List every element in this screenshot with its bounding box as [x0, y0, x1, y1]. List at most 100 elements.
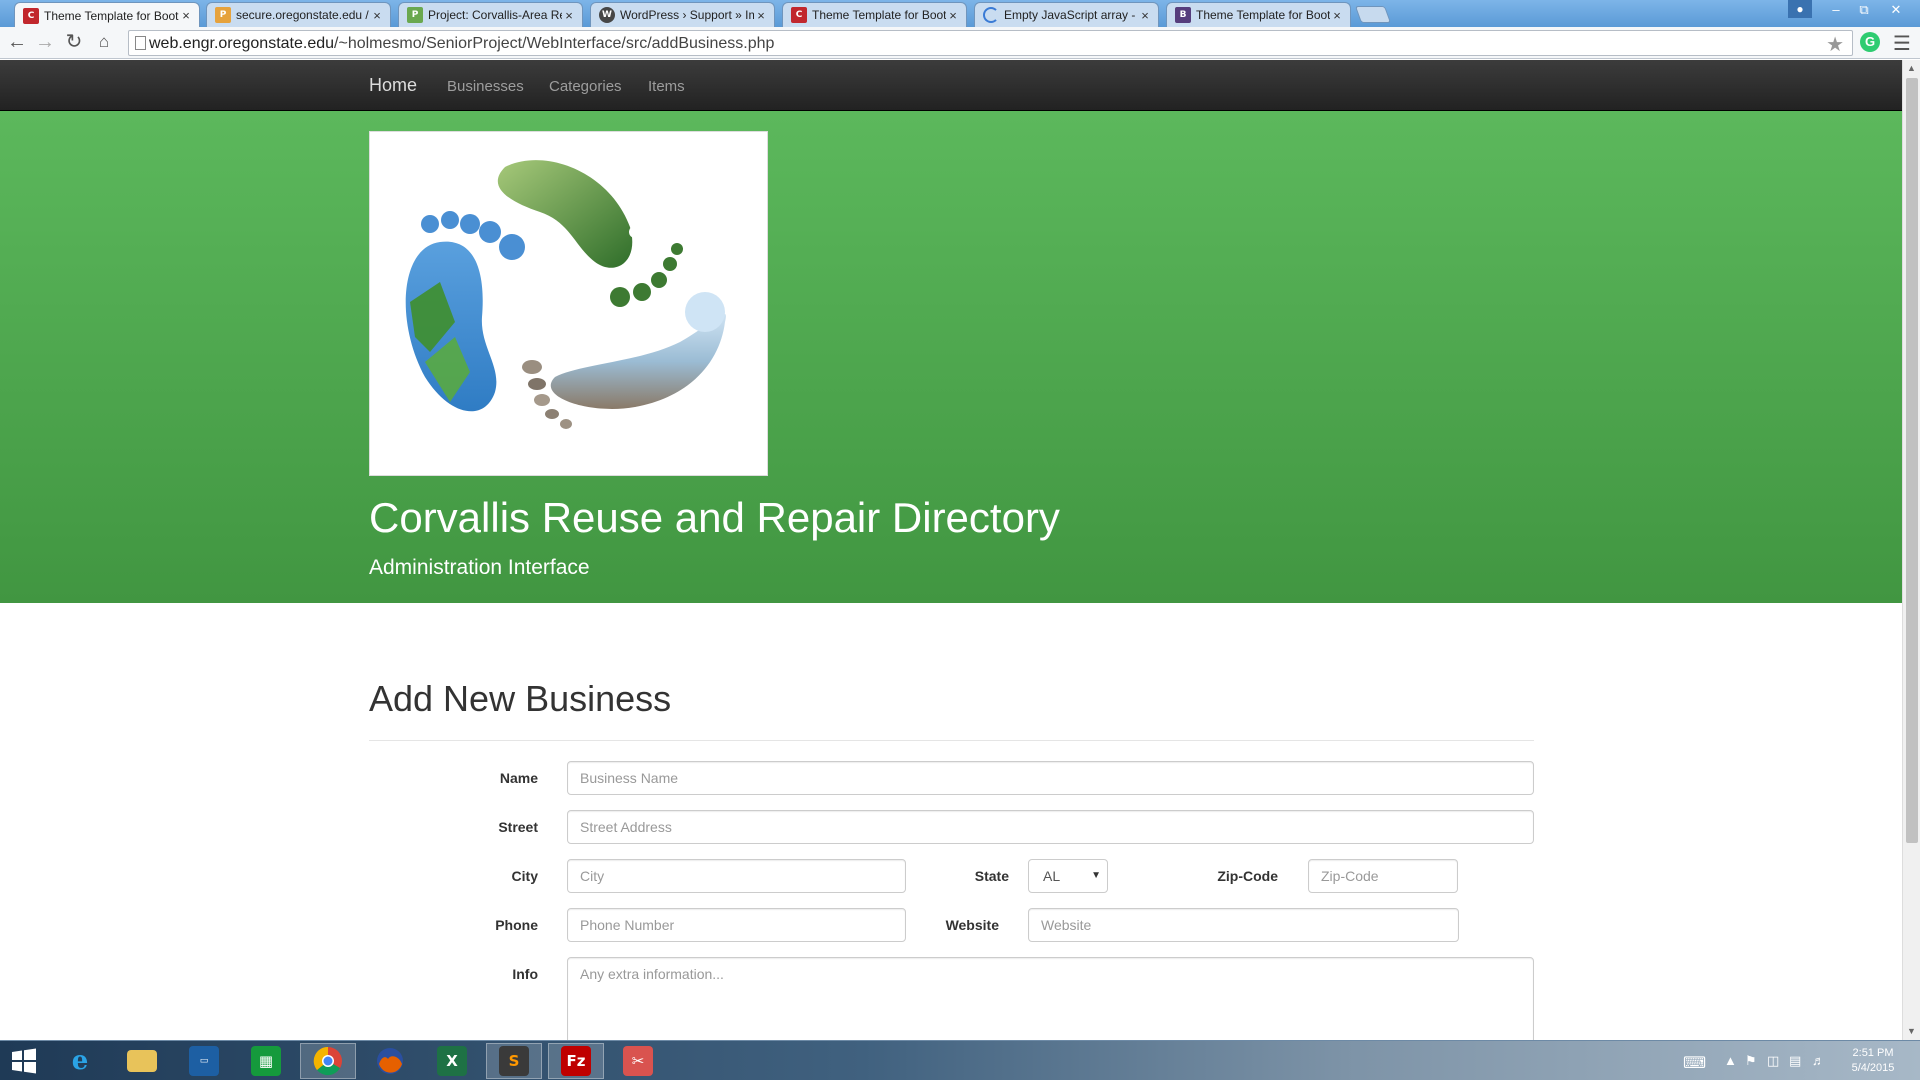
osu-coe-icon: C: [23, 7, 39, 24]
tab-close-icon[interactable]: ×: [562, 8, 576, 23]
tab-close-icon[interactable]: ×: [370, 8, 384, 23]
keyboard-icon[interactable]: ⌨: [1683, 1053, 1706, 1073]
osu-coe-icon: C: [791, 7, 807, 23]
network-icon[interactable]: ▤: [1789, 1053, 1801, 1069]
browser-tab[interactable]: W WordPress › Support » Im ×: [590, 2, 775, 27]
user-profile-icon[interactable]: ●: [1788, 0, 1812, 18]
address-url: web.engr.oregonstate.edu/~holmesmo/Senio…: [149, 35, 774, 53]
site-navbar: Home Businesses Categories Items: [0, 60, 1902, 111]
scrollbar-thumb[interactable]: [1906, 78, 1918, 843]
firefox-icon[interactable]: [362, 1043, 418, 1079]
page-title: Add New Business: [369, 678, 672, 719]
tab-close-icon[interactable]: ×: [1138, 8, 1152, 23]
close-window-icon[interactable]: ✕: [1878, 0, 1914, 20]
wordpress-icon: W: [599, 7, 615, 23]
url-path: /~holmesmo/SeniorProject/WebInterface/sr…: [334, 35, 775, 52]
browser-toolbar: ← → ↻ ⌂ web.engr.oregonstate.edu/~holmes…: [0, 27, 1920, 59]
name-label: Name: [499, 770, 538, 786]
browser-tab[interactable]: P Project: Corvallis-Area Re ×: [398, 2, 583, 27]
street-label: Street: [498, 819, 538, 835]
reload-icon[interactable]: ↻: [61, 31, 87, 55]
browser-tab[interactable]: C Theme Template for Boot ×: [14, 2, 200, 28]
nav-businesses-link[interactable]: Businesses: [447, 78, 524, 95]
nav-items-link[interactable]: Items: [648, 78, 685, 95]
new-tab-button[interactable]: [1354, 6, 1392, 23]
browser-tab[interactable]: C Theme Template for Boot ×: [782, 2, 967, 27]
tab-title: Empty JavaScript array - js: [1004, 8, 1138, 22]
state-select[interactable]: AL ▼: [1028, 859, 1108, 893]
page-icon: [135, 36, 146, 50]
tab-title: Theme Template for Boot: [1196, 8, 1330, 22]
info-label: Info: [512, 966, 538, 982]
start-icon[interactable]: [0, 1043, 48, 1079]
nav-categories-link[interactable]: Categories: [549, 78, 622, 95]
tab-close-icon[interactable]: ×: [179, 8, 193, 23]
project-icon: P: [407, 7, 423, 23]
scroll-up-icon[interactable]: ▲: [1907, 63, 1916, 73]
sublime-text-icon[interactable]: S: [486, 1043, 542, 1079]
clock-date: 5/4/2015: [1851, 1062, 1895, 1074]
web-page: Home Businesses Categories Items Corvall…: [0, 60, 1902, 1040]
snipping-tool-icon[interactable]: ✂: [610, 1043, 666, 1079]
restore-icon[interactable]: ⧉: [1850, 0, 1878, 20]
extension-icon[interactable]: G: [1860, 32, 1880, 52]
back-arrow-icon[interactable]: ←: [4, 31, 30, 55]
filezilla-icon[interactable]: Fz: [548, 1043, 604, 1079]
heading-divider: [369, 740, 1534, 741]
tab-title: WordPress › Support » Im: [620, 8, 754, 22]
city-label: City: [511, 868, 538, 884]
tab-close-icon[interactable]: ×: [1330, 8, 1344, 23]
tab-close-icon[interactable]: ×: [946, 8, 960, 23]
browser-tab[interactable]: P secure.oregonstate.edu / ×: [206, 2, 391, 27]
site-subtitle: Administration Interface: [369, 556, 590, 579]
state-label: State: [974, 868, 1009, 884]
loading-icon: [983, 7, 999, 23]
zip-code-label: Zip-Code: [1217, 868, 1278, 884]
phone-input[interactable]: [567, 908, 906, 942]
street-address-input[interactable]: [567, 810, 1534, 844]
browser-tab[interactable]: Empty JavaScript array - js ×: [974, 2, 1159, 27]
city-input[interactable]: [567, 859, 906, 893]
tab-title: Project: Corvallis-Area Re: [428, 8, 562, 22]
action-center-flag-icon[interactable]: ⚑: [1745, 1053, 1757, 1069]
lenovo-icon[interactable]: ▭: [176, 1043, 232, 1079]
scroll-down-icon[interactable]: ▼: [1907, 1026, 1916, 1036]
show-hidden-icons-icon[interactable]: ▲: [1724, 1053, 1737, 1068]
page-scrollbar[interactable]: ▲ ▼: [1902, 60, 1920, 1040]
volume-icon[interactable]: ♬: [1812, 1053, 1825, 1068]
windows-taskbar: e ▭ ▦ X S Fz ✂ ⌨ ▲ ⚑ ◫ ▤ ♬ 2:51 PM 5/4/2…: [0, 1040, 1920, 1080]
browser-tab-strip: C Theme Template for Boot × P secure.ore…: [0, 0, 1920, 28]
tab-close-icon[interactable]: ×: [754, 8, 768, 23]
tab-title: Theme Template for Boot: [44, 8, 179, 23]
zip-code-input[interactable]: [1308, 859, 1458, 893]
minimize-icon[interactable]: –: [1822, 0, 1850, 20]
url-host: web.engr.oregonstate.edu: [149, 35, 335, 52]
business-name-input[interactable]: [567, 761, 1534, 795]
address-bar[interactable]: web.engr.oregonstate.edu/~holmesmo/Senio…: [128, 30, 1853, 56]
website-label: Website: [945, 917, 999, 933]
clock-time: 2:51 PM: [1852, 1047, 1894, 1059]
store-icon[interactable]: ▦: [238, 1043, 294, 1079]
internet-explorer-icon[interactable]: e: [52, 1043, 108, 1079]
state-select-value: AL: [1043, 868, 1061, 884]
excel-icon[interactable]: X: [424, 1043, 480, 1079]
system-clock[interactable]: 2:51 PM 5/4/2015: [1838, 1046, 1908, 1076]
forward-arrow-icon[interactable]: →: [32, 31, 58, 55]
file-explorer-icon[interactable]: [114, 1043, 170, 1079]
tab-title: secure.oregonstate.edu /: [236, 8, 369, 22]
chrome-icon[interactable]: [300, 1043, 356, 1079]
bootstrap-icon: B: [1175, 7, 1191, 23]
hero-banner: Corvallis Reuse and Repair Directory Adm…: [0, 111, 1902, 603]
site-title: Corvallis Reuse and Repair Directory: [369, 494, 1060, 541]
home-icon[interactable]: ⌂: [91, 31, 117, 55]
website-input[interactable]: [1028, 908, 1459, 942]
footprints-logo: [369, 131, 768, 476]
phone-label: Phone: [495, 917, 538, 933]
browser-tab[interactable]: B Theme Template for Boot ×: [1166, 2, 1351, 27]
info-textarea[interactable]: [567, 957, 1534, 1040]
bookmark-star-icon[interactable]: ★: [1826, 32, 1844, 57]
dropdown-arrow-icon: ▼: [1091, 870, 1101, 881]
device-icon[interactable]: ◫: [1767, 1053, 1779, 1069]
nav-home-link[interactable]: Home: [369, 75, 417, 96]
browser-menu-icon[interactable]: ☰: [1893, 31, 1911, 56]
